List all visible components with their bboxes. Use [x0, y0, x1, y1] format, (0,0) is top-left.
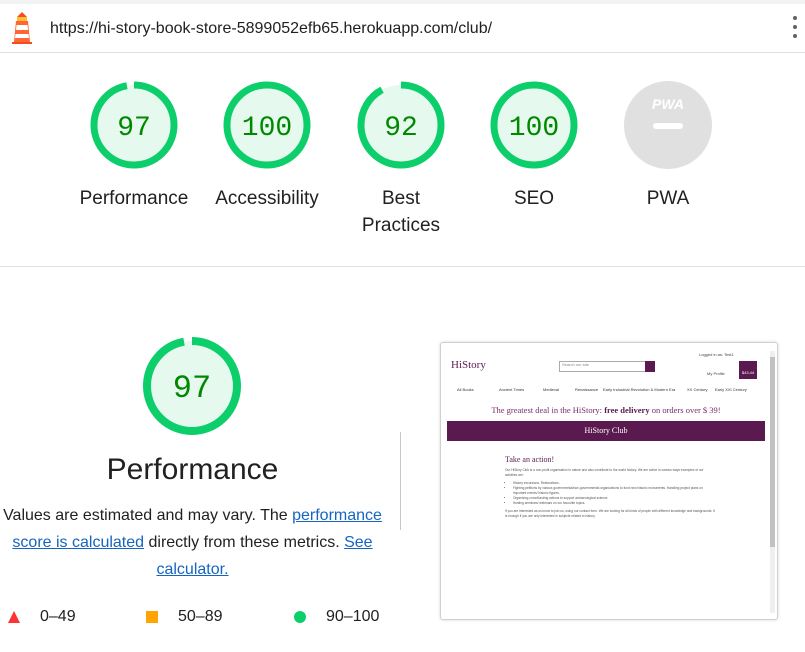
fail-triangle-icon	[8, 611, 20, 623]
ss-bullet: Fighting petitions by various government…	[513, 486, 715, 496]
ss-nav-item: Medieval	[543, 387, 560, 392]
pwa-badge-icon: PWA	[624, 81, 712, 169]
gauge-best-practices-ring: 92	[357, 81, 445, 169]
ss-club-bar: HiStory Club	[447, 421, 765, 441]
divider	[400, 432, 401, 530]
gauge-accessibility-score: 100	[242, 113, 292, 144]
more-options-icon[interactable]	[791, 16, 799, 42]
gauge-performance-label: Performance	[79, 188, 189, 209]
gauge-accessibility-label: Accessibility	[215, 188, 319, 209]
gauge-best-practices[interactable]: 92 Best Practices	[334, 79, 468, 239]
legend-fail-range: 0–49	[40, 608, 76, 625]
legend-average-range: 50–89	[178, 608, 223, 625]
gauge-best-practices-score: 92	[384, 113, 418, 144]
gauge-seo-ring: 100	[490, 81, 578, 169]
ss-bullets: History excursions. Restorations. Fighti…	[513, 481, 715, 506]
gauge-seo-score: 100	[509, 113, 559, 144]
lighthouse-icon	[12, 12, 32, 44]
tab-strip-edge	[0, 0, 805, 4]
desc-text-2: directly from these metrics.	[144, 534, 345, 551]
ss-nav-item: Early XXI Century	[715, 387, 747, 392]
gauge-pwa-label: PWA	[646, 188, 690, 209]
legend-average: 50–89	[146, 608, 223, 626]
pass-circle-icon	[294, 611, 306, 623]
ss-logo: HiStory	[451, 359, 486, 371]
final-screenshot[interactable]: HiStory Search our site Logged in as: Te…	[440, 342, 778, 620]
gauge-pwa[interactable]: PWA PWA	[601, 79, 735, 212]
average-square-icon	[146, 611, 158, 623]
desc-text-1: Values are estimated and may vary. The	[3, 507, 293, 524]
ss-login-text: Logged in as: Test1	[699, 352, 734, 357]
ss-nav-item: Ancient Times	[499, 387, 525, 392]
ss-search-icon	[645, 361, 655, 372]
ss-nav-item: All Books	[457, 387, 474, 392]
legend-pass-range: 90–100	[326, 608, 380, 625]
gauge-performance-ring: 97	[90, 81, 178, 169]
ss-cart: $43.44	[739, 361, 757, 379]
ss-bullet: Hosting seminars/ webinars on our favour…	[513, 501, 715, 506]
ss-search-input: Search our site	[559, 361, 647, 372]
gauge-accessibility-ring: 100	[223, 81, 311, 169]
ss-heading: Take an action!	[505, 455, 555, 464]
ss-intro: Our HiStory Club is a non-profit organis…	[505, 468, 704, 477]
ss-nav-item: Renaissance	[575, 387, 599, 392]
page-url[interactable]: https://hi-story-book-store-5899052efb65…	[50, 20, 492, 38]
legend-pass: 90–100	[294, 608, 379, 626]
address-bar: https://hi-story-book-store-5899052efb65…	[0, 0, 805, 53]
ss-outro: If you are interested as us know to join…	[505, 509, 715, 518]
gauge-accessibility[interactable]: 100 Accessibility	[200, 79, 334, 212]
ss-nav-item: Early Industrial Revolution & Modern Era	[603, 387, 676, 392]
score-gauges: 97 Performance 100 Accessibility 92 Best…	[0, 52, 805, 267]
ss-scrollbar	[770, 351, 775, 613]
pwa-badge-text: PWA	[652, 96, 684, 112]
ss-banner: The greatest deal in the HiStory: free d…	[491, 405, 721, 415]
gauge-performance-score: 97	[117, 113, 151, 144]
ss-body: Take an action! Our HiStory Club is a no…	[505, 455, 715, 519]
performance-gauge: 97	[143, 337, 241, 435]
gauge-performance[interactable]: 97 Performance	[67, 79, 201, 212]
gauge-seo[interactable]: 100 SEO	[467, 79, 601, 212]
ss-nav-item: XX Century	[687, 387, 708, 392]
performance-title: Performance	[106, 453, 279, 486]
legend-fail: 0–49	[8, 608, 76, 626]
performance-description: Values are estimated and may vary. The p…	[0, 502, 385, 583]
gauge-best-practices-label: Best Practices	[361, 188, 441, 236]
performance-score: 97	[173, 370, 211, 407]
gauge-seo-label: SEO	[513, 188, 555, 209]
ss-profile-text: My Profile	[707, 371, 725, 376]
